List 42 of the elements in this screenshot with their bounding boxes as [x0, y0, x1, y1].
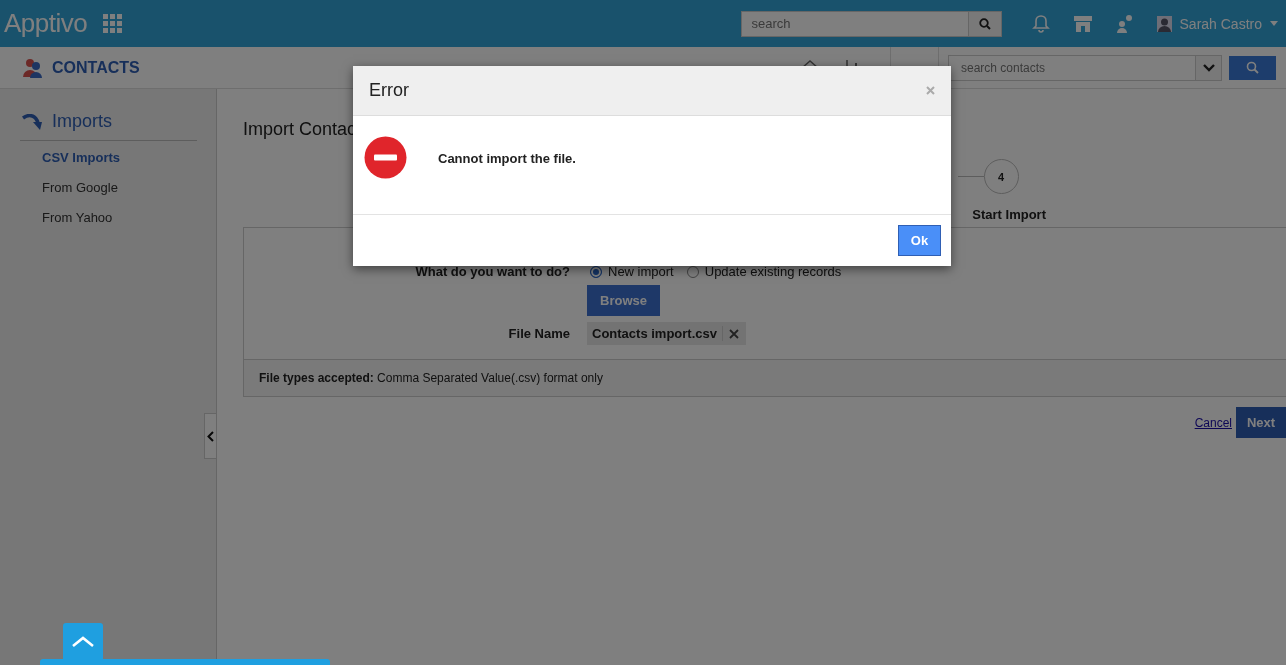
dropdown-button[interactable] — [1195, 55, 1221, 80]
close-icon — [729, 328, 739, 339]
close-icon — [926, 86, 935, 95]
search-contacts-field[interactable]: search contacts — [948, 54, 1222, 81]
close-button[interactable] — [926, 86, 935, 95]
search-icon — [1246, 61, 1259, 74]
error-message: Cannot import the file. — [438, 151, 576, 166]
collapse-handle[interactable] — [204, 413, 217, 459]
chevron-left-icon — [207, 430, 214, 442]
chevron-down-icon — [1202, 63, 1215, 72]
section-heading: Imports — [52, 111, 112, 132]
caret-icon[interactable] — [1270, 21, 1278, 26]
field-label: File Name — [507, 326, 571, 341]
sidebar-item[interactable]: From Yahoo — [20, 203, 216, 233]
chevron-up-icon — [71, 636, 95, 648]
app-logo[interactable]: Apptivo — [4, 8, 88, 39]
cancel-link[interactable]: Cancel — [1194, 415, 1232, 430]
page-title: Import Contac — [243, 119, 357, 141]
dialog-title: Error — [369, 80, 409, 101]
sidebar-item[interactable]: CSV Imports — [20, 143, 216, 173]
browse-button[interactable]: Browse — [587, 285, 660, 316]
radio-label[interactable]: New import — [608, 264, 674, 279]
module-title[interactable]: CONTACTS — [52, 58, 140, 77]
next-button[interactable]: Next — [1236, 407, 1286, 438]
radio-label[interactable]: Update existing records — [704, 264, 842, 279]
store-icon[interactable] — [1072, 14, 1093, 33]
apps-grid-icon[interactable] — [103, 14, 123, 33]
bell-icon[interactable] — [1031, 14, 1050, 33]
step-circle: 4 — [983, 159, 1019, 194]
field-label: What do you want to do? — [414, 264, 571, 279]
avatar-icon[interactable] — [1156, 15, 1172, 32]
step-label: Start Import — [972, 207, 1046, 222]
contacts-icon[interactable] — [22, 57, 43, 78]
search-button[interactable] — [1229, 55, 1276, 80]
sidebar-item[interactable]: From Google — [20, 173, 216, 203]
file-types-note: File types accepted: Comma Separated Value(.csv) format only — [259, 371, 603, 385]
user-name[interactable]: Sarah Castro — [1179, 15, 1262, 32]
curved-arrow-icon — [22, 113, 44, 130]
ok-button[interactable]: Ok — [898, 225, 941, 256]
file-name: Contacts import.csv — [592, 326, 723, 341]
people-icon[interactable] — [1115, 14, 1134, 33]
error-icon — [364, 136, 407, 179]
